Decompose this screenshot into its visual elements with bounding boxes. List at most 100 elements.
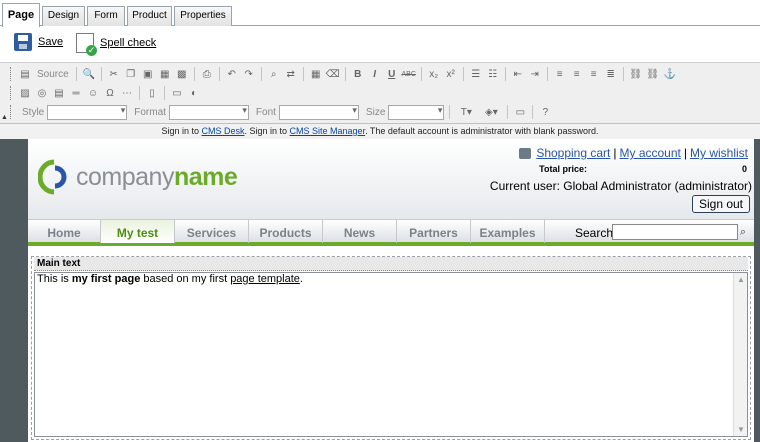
align-right-icon[interactable]: ≡ xyxy=(587,67,601,81)
bullet-list-icon[interactable]: ☷ xyxy=(486,67,500,81)
shopping-cart-link[interactable]: Shopping cart xyxy=(536,146,610,160)
toolbar-separator xyxy=(420,67,422,81)
toolbar-grip xyxy=(10,86,13,100)
source-icon: ▤ xyxy=(20,68,30,80)
horizontal-rule-icon[interactable]: ═ xyxy=(69,86,83,100)
scroll-up-icon[interactable]: ▲ xyxy=(737,275,745,284)
format-select[interactable] xyxy=(168,104,249,120)
toolbar-row-2: ▨ ◎ ▤ ═ ☺ Ω ⋯ ▯ ▭ ◐ xyxy=(10,84,201,102)
style-select[interactable] xyxy=(47,104,128,120)
my-wishlist-link[interactable]: My wishlist xyxy=(690,146,748,160)
replace-icon[interactable]: ⇄ xyxy=(284,67,298,81)
tab-product[interactable]: Product xyxy=(127,6,172,26)
strike-button[interactable]: ABC xyxy=(401,67,415,81)
anchor-icon[interactable]: ⚓ xyxy=(663,67,677,81)
logo-text: companyname xyxy=(76,163,238,192)
menu-item-partners[interactable]: Partners xyxy=(397,220,471,243)
preview-icon[interactable]: 🔍 xyxy=(82,67,96,81)
logo-ring-icon xyxy=(38,159,67,195)
table-icon[interactable]: ▤ xyxy=(52,86,66,100)
insert-widget-icon[interactable]: ▯ xyxy=(145,86,159,100)
menu-item-news[interactable]: News xyxy=(323,220,397,243)
justify-icon[interactable]: ≣ xyxy=(604,67,618,81)
notice-text: Sign in to xyxy=(161,126,202,136)
help-icon[interactable]: ? xyxy=(538,105,552,119)
unlink-icon[interactable]: ⛓ xyxy=(646,67,660,81)
align-left-icon[interactable]: ≡ xyxy=(553,67,567,81)
page-break-icon[interactable]: ⋯ xyxy=(120,86,134,100)
toolbar-separator xyxy=(260,67,262,81)
toolbar-separator xyxy=(504,67,506,81)
size-select[interactable] xyxy=(388,104,445,120)
menu-item-products[interactable]: Products xyxy=(249,220,323,243)
cms-desk-link[interactable]: CMS Desk xyxy=(201,126,244,136)
toolbar-separator xyxy=(344,67,346,81)
floppy-disk-icon xyxy=(14,33,32,51)
font-select[interactable] xyxy=(278,104,359,120)
editor-scrollbar[interactable]: ▲ ▼ xyxy=(733,273,747,436)
company-logo[interactable]: companyname xyxy=(38,159,238,195)
sign-out-button[interactable]: Sign out xyxy=(692,195,750,213)
menu-item-my-test[interactable]: My test xyxy=(101,220,175,243)
flash-icon[interactable]: ◎ xyxy=(35,86,49,100)
bold-button[interactable]: B xyxy=(351,67,365,81)
total-price-label: Total price: xyxy=(539,164,587,174)
tab-page[interactable]: Page xyxy=(2,3,40,27)
my-account-link[interactable]: My account xyxy=(620,146,681,160)
save-button[interactable]: Save xyxy=(14,33,63,51)
subscript-button[interactable]: x₂ xyxy=(427,67,441,81)
search-input[interactable] xyxy=(612,224,738,240)
toolbar-row-3: Style Format Font Size T▾ ◈▾ ▭ ? xyxy=(10,103,552,121)
find-icon[interactable]: ⌕ xyxy=(267,67,281,81)
paste-icon[interactable]: ▣ xyxy=(141,67,155,81)
italic-button[interactable]: I xyxy=(368,67,382,81)
text-color-icon[interactable]: T▾ xyxy=(455,105,477,119)
link-icon[interactable]: ⛓ xyxy=(629,67,643,81)
print-icon[interactable]: ⎙ xyxy=(200,67,214,81)
paste-text-icon[interactable]: ▦ xyxy=(158,67,172,81)
source-button[interactable]: Source xyxy=(35,67,71,81)
remove-format-icon[interactable]: ⌫ xyxy=(326,67,340,81)
numbered-list-icon[interactable]: ☰ xyxy=(469,67,483,81)
tab-properties[interactable]: Properties xyxy=(174,6,232,26)
menu-item-services[interactable]: Services xyxy=(175,220,249,243)
align-center-icon[interactable]: ≡ xyxy=(570,67,584,81)
maximize-icon[interactable]: ▭ xyxy=(513,105,527,119)
special-char-icon[interactable]: Ω xyxy=(103,86,117,100)
menu-item-examples[interactable]: Examples xyxy=(471,220,545,243)
editable-region: Main text This is my first page based on… xyxy=(31,256,751,440)
smiley-icon[interactable]: ☺ xyxy=(86,86,100,100)
page-template-link[interactable]: page template xyxy=(230,273,300,285)
tab-form[interactable]: Form xyxy=(87,6,125,26)
cut-icon[interactable]: ✂ xyxy=(107,67,121,81)
underline-button[interactable]: U xyxy=(385,67,399,81)
toolbar-separator xyxy=(218,67,220,81)
indent-icon[interactable]: ⇥ xyxy=(528,67,542,81)
tab-design[interactable]: Design xyxy=(42,6,85,26)
undo-icon[interactable]: ↶ xyxy=(225,67,239,81)
superscript-button[interactable]: x² xyxy=(444,67,458,81)
select-all-icon[interactable]: ▦ xyxy=(309,67,323,81)
outdent-icon[interactable]: ⇤ xyxy=(511,67,525,81)
left-frame xyxy=(0,139,28,442)
scroll-down-icon[interactable]: ▼ xyxy=(737,425,745,434)
insert-media-icon[interactable]: ◐ xyxy=(187,86,201,100)
menu-item-home[interactable]: Home xyxy=(28,220,101,243)
save-label: Save xyxy=(38,36,64,48)
paste-word-icon[interactable]: ▩ xyxy=(175,67,189,81)
site-header: companyname Shopping cart | My account |… xyxy=(28,139,754,219)
insert-macro-icon[interactable]: ▭ xyxy=(170,86,184,100)
background-color-icon[interactable]: ◈▾ xyxy=(480,105,502,119)
main-text-editor[interactable]: This is my first page based on my first … xyxy=(34,272,748,437)
redo-icon[interactable]: ↷ xyxy=(242,67,256,81)
site-manager-link[interactable]: CMS Site Manager xyxy=(290,126,366,136)
spell-check-button[interactable]: Spell check xyxy=(76,33,156,56)
image-icon[interactable]: ▨ xyxy=(18,86,32,100)
collapse-toolbar-icon[interactable]: ▲ xyxy=(1,114,8,121)
spell-check-icon xyxy=(76,33,97,56)
toolbar-separator xyxy=(532,105,534,119)
search-icon[interactable]: ⌕ xyxy=(736,225,750,239)
toolbar-separator xyxy=(302,67,304,81)
copy-icon[interactable]: ❐ xyxy=(124,67,138,81)
current-user: Current user: Global Administrator (admi… xyxy=(489,179,752,193)
